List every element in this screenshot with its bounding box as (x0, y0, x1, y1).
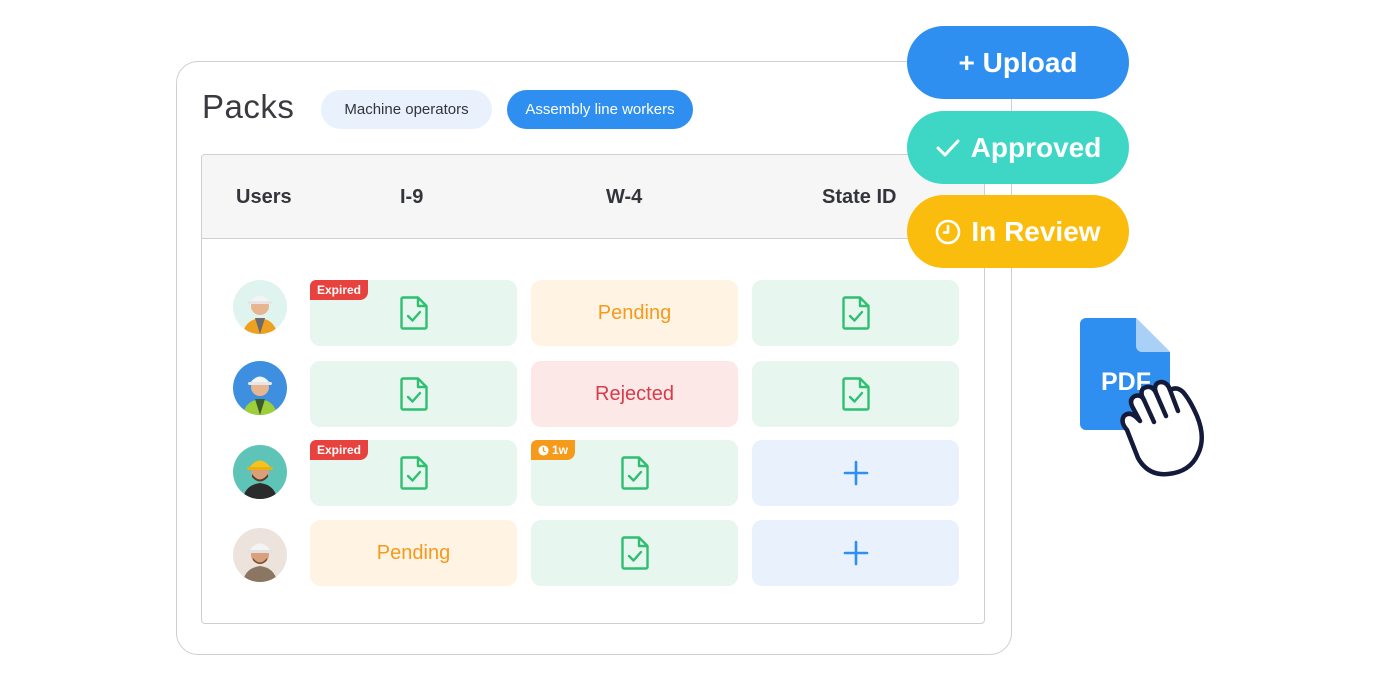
cell-state-id-row4-add-button[interactable] (752, 520, 959, 586)
cell-w4-row1[interactable]: Pending (531, 280, 738, 346)
worker-avatar-icon (233, 361, 287, 415)
header-users: Users (236, 186, 292, 208)
table-header: Users I-9 W-4 State ID (202, 155, 984, 239)
document-check-icon (841, 377, 870, 411)
cell-state-id-row1[interactable] (752, 280, 959, 346)
document-check-icon (620, 536, 649, 570)
document-check-icon (399, 296, 428, 330)
plus-icon (843, 460, 868, 486)
stage: Packs Machine operators Assembly line wo… (0, 0, 1400, 682)
cell-i9-row3[interactable]: Expired (310, 440, 517, 506)
document-check-icon (399, 377, 428, 411)
clock-icon (936, 219, 961, 244)
cell-w4-row3[interactable]: 1w (531, 440, 738, 506)
upload-button[interactable]: + Upload (907, 26, 1129, 99)
chip-assembly-line-workers[interactable]: Assembly line workers (507, 90, 693, 129)
cell-w4-row2[interactable]: Rejected (531, 361, 738, 427)
chip-machine-operators[interactable]: Machine operators (321, 90, 492, 129)
check-icon (936, 139, 960, 156)
cell-i9-row1[interactable]: Expired (310, 280, 517, 346)
clock-icon (538, 444, 549, 456)
cell-i9-row2[interactable] (310, 361, 517, 427)
avatar (233, 528, 287, 582)
document-check-icon (841, 296, 870, 330)
header-i9: I-9 (400, 186, 424, 208)
packs-title: Packs (202, 88, 295, 125)
worker-avatar-icon (233, 445, 287, 499)
header-state-id: State ID (822, 186, 897, 208)
document-check-icon (399, 456, 428, 490)
hand-cursor-icon (1120, 379, 1204, 477)
avatar (233, 361, 287, 415)
approved-button[interactable]: Approved (907, 111, 1129, 184)
cell-state-id-row2[interactable] (752, 361, 959, 427)
avatar (233, 280, 287, 334)
expired-badge: Expired (310, 280, 369, 300)
avatar (233, 445, 287, 499)
worker-avatar-icon (233, 528, 287, 582)
due-soon-badge: 1w (531, 440, 576, 460)
cell-w4-row4[interactable] (531, 520, 738, 586)
document-check-icon (620, 456, 649, 490)
cell-i9-row4[interactable]: Pending (310, 520, 517, 586)
cell-state-id-row3-add-button[interactable] (752, 440, 959, 506)
expired-badge: Expired (310, 440, 369, 460)
worker-avatar-icon (233, 280, 287, 334)
header-w4: W-4 (606, 186, 643, 208)
in-review-label: In Review (971, 215, 1101, 247)
plus-icon (843, 540, 868, 566)
in-review-button[interactable]: In Review (907, 195, 1129, 268)
due-soon-label: 1w (552, 443, 569, 457)
approved-label: Approved (970, 131, 1102, 163)
upload-label: + Upload (958, 46, 1078, 78)
pdf-file-icon[interactable]: PDF (1080, 316, 1220, 482)
